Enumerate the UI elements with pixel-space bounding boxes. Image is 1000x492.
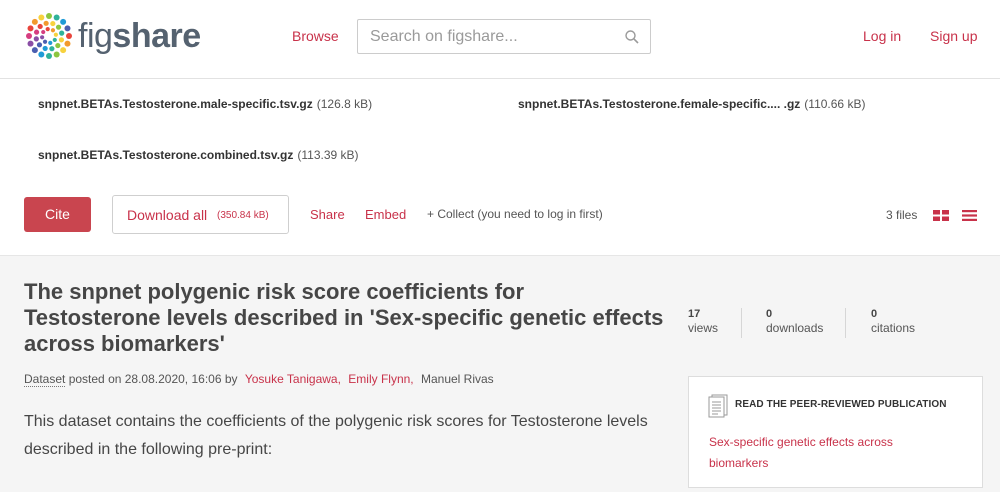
stat-label: downloads <box>766 321 824 335</box>
signup-link[interactable]: Sign up <box>930 28 977 44</box>
stat-value: 17 <box>688 308 701 320</box>
stat-views: 17 views <box>688 308 718 335</box>
publication-box: READ THE PEER-REVIEWED PUBLICATION Sex-s… <box>688 376 983 488</box>
file-size: (126.8 kB) <box>316 97 373 111</box>
search-box[interactable] <box>357 19 651 54</box>
article-description: This dataset contains the coefficients o… <box>24 413 648 458</box>
file-name[interactable]: snpnet.BETAs.Testosterone.female-specifi… <box>518 97 800 111</box>
figshare-logo[interactable]: figshare <box>24 11 201 61</box>
file-item[interactable]: snpnet.BETAs.Testosterone.combined.tsv.g… <box>38 148 359 162</box>
download-all-button[interactable]: Download all (350.84 kB) <box>112 195 289 234</box>
stat-label: citations <box>871 321 916 335</box>
file-size: (113.39 kB) <box>297 148 359 162</box>
stat-divider <box>741 308 742 338</box>
document-icon <box>708 394 728 418</box>
stat-downloads: 0 downloads <box>766 308 823 335</box>
file-name[interactable]: snpnet.BETAs.Testosterone.male-specific.… <box>38 97 313 111</box>
collect-link[interactable]: + Collect (you need to log in first) <box>427 207 603 221</box>
publication-heading: READ THE PEER-REVIEWED PUBLICATION <box>735 399 947 410</box>
search-input[interactable] <box>370 28 620 46</box>
author-link[interactable]: Emily Flynn, <box>348 372 413 386</box>
author-name: Manuel Rivas <box>420 372 494 386</box>
list-view-icon[interactable] <box>962 210 977 221</box>
search-icon[interactable] <box>624 29 640 45</box>
grid-view-icon[interactable] <box>933 210 949 221</box>
posted-text: posted on 28.08.2020, 16:06 by <box>68 372 238 386</box>
publication-link[interactable]: Sex-specific genetic effects across biom… <box>709 432 939 474</box>
stat-label: views <box>688 321 719 335</box>
embed-link[interactable]: Embed <box>365 207 406 222</box>
browse-link[interactable]: Browse <box>292 28 339 44</box>
site-header: figshare Browse Log in Sign up <box>0 0 1000 79</box>
login-link[interactable]: Log in <box>863 28 901 44</box>
file-name[interactable]: snpnet.BETAs.Testosterone.combined.tsv.g… <box>38 148 293 162</box>
stat-citations: 0 citations <box>871 308 915 335</box>
author-link[interactable]: Yosuke Tanigawa, <box>245 372 341 386</box>
article-section: The snpnet polygenic risk score coeffici… <box>0 255 1000 492</box>
download-all-label: Download all <box>127 207 208 223</box>
stat-divider <box>845 308 846 338</box>
figshare-logo-icon <box>26 13 72 59</box>
stat-value: 0 <box>766 308 773 320</box>
download-all-size: (350.84 kB) <box>217 210 269 221</box>
article-title: The snpnet polygenic risk score coeffici… <box>24 279 664 356</box>
article-meta: Dataset posted on 28.08.2020, 16:06 by Y… <box>24 372 494 387</box>
share-link[interactable]: Share <box>310 207 345 222</box>
file-item[interactable]: snpnet.BETAs.Testosterone.female-specifi… <box>518 97 865 111</box>
file-item[interactable]: snpnet.BETAs.Testosterone.male-specific.… <box>38 97 372 111</box>
cite-button[interactable]: Cite <box>24 197 91 232</box>
logo-text: figshare <box>78 17 201 55</box>
stat-value: 0 <box>871 308 878 320</box>
file-size: (110.66 kB) <box>804 97 866 111</box>
item-type-label[interactable]: Dataset <box>24 372 66 387</box>
files-count: 3 files <box>886 208 918 222</box>
